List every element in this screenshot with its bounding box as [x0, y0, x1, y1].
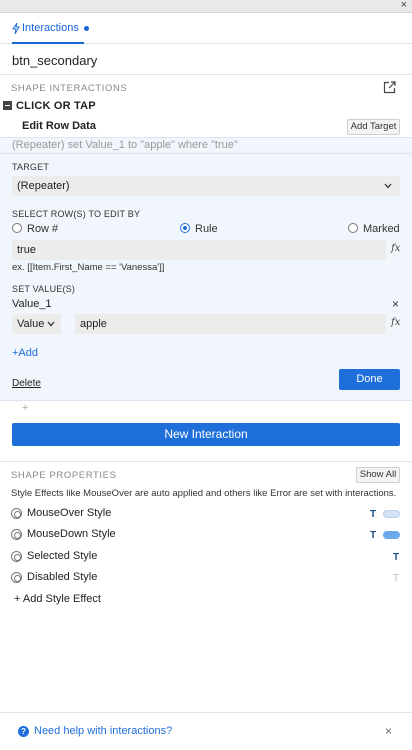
collapse-icon[interactable]	[3, 101, 12, 110]
style-label: Selected Style	[27, 550, 98, 562]
new-interaction-button[interactable]: New Interaction	[12, 423, 400, 446]
radio-selected-icon	[180, 223, 190, 233]
chevron-down-icon	[47, 321, 55, 327]
style-label: MouseDown Style	[27, 528, 116, 540]
style-effect-icon	[11, 571, 22, 583]
add-action-icon[interactable]: +	[22, 402, 28, 414]
rule-example: ex. [[Item.First_Name == 'Vanessa']]	[12, 262, 165, 273]
value-input[interactable]: apple	[75, 314, 386, 334]
radio-icon	[12, 223, 22, 233]
radio-label: Marked	[363, 223, 400, 235]
done-button[interactable]: Done	[339, 369, 400, 390]
style-effect-mouseover[interactable]: MouseOver Style	[11, 507, 111, 519]
help-icon: ?	[18, 725, 29, 737]
section-title-shape-interactions: SHAPE INTERACTIONS	[11, 83, 128, 94]
close-icon[interactable]: ×	[401, 0, 407, 12]
close-help-icon[interactable]: ×	[385, 724, 392, 738]
style-effects-description: Style Effects like MouseOver are auto ap…	[11, 488, 397, 499]
open-in-new-icon[interactable]	[383, 81, 396, 94]
tab-label: Interactions	[22, 22, 79, 34]
section-title-shape-properties: SHAPE PROPERTIES	[11, 470, 117, 481]
action-title[interactable]: Edit Row Data	[22, 120, 96, 132]
add-target-button[interactable]: Add Target	[347, 119, 400, 135]
panel-tab-row: Interactions	[0, 13, 412, 44]
widget-name[interactable]: btn_secondary	[12, 53, 97, 68]
radio-marked[interactable]: Marked	[348, 223, 400, 235]
style-label: MouseOver Style	[27, 507, 112, 519]
radio-label: Rule	[195, 223, 218, 235]
fx-icon[interactable]: fx	[391, 243, 400, 254]
radio-row-number[interactable]: Row #	[12, 223, 58, 235]
style-effect-icon	[11, 507, 22, 519]
help-link[interactable]: ? Need help with interactions?	[18, 725, 172, 737]
tab-interactions[interactable]: Interactions	[12, 22, 89, 34]
text-style-icon[interactable]: T	[370, 509, 376, 520]
add-style-effect-link[interactable]: + Add Style Effect	[14, 593, 101, 605]
text-style-icon[interactable]: T	[393, 573, 399, 584]
chevron-down-icon	[384, 183, 392, 189]
style-effect-icon	[11, 528, 22, 540]
set-values-label: SET VALUE(S)	[12, 284, 76, 294]
text-style-icon[interactable]: T	[370, 530, 376, 541]
divider	[0, 461, 412, 462]
remove-value-icon[interactable]: ×	[392, 297, 399, 311]
event-click-or-tap[interactable]: CLICK OR TAP	[16, 100, 96, 112]
fx-icon[interactable]: fx	[391, 317, 400, 328]
lightning-icon	[12, 22, 20, 34]
value-text: apple	[80, 318, 107, 330]
style-effect-icon	[11, 550, 22, 562]
delete-action-link[interactable]: Delete	[12, 378, 41, 389]
add-value-link[interactable]: +Add	[12, 347, 38, 359]
fill-swatch[interactable]	[383, 510, 400, 518]
window-titlebar: ×	[0, 0, 412, 13]
divider	[0, 153, 412, 154]
radio-icon	[348, 223, 358, 233]
style-effect-disabled[interactable]: Disabled Style	[11, 571, 97, 583]
rule-value: true	[17, 244, 36, 256]
unsaved-dot	[83, 25, 89, 31]
action-summary: (Repeater) set Value_1 to "apple" where …	[12, 139, 238, 151]
select-rows-label: SELECT ROW(S) TO EDIT BY	[12, 209, 141, 219]
target-select[interactable]: (Repeater)	[12, 176, 400, 196]
target-value: (Repeater)	[17, 180, 70, 192]
show-all-button[interactable]: Show All	[356, 467, 400, 483]
style-effect-mousedown[interactable]: MouseDown Style	[11, 528, 116, 540]
target-label: TARGET	[12, 162, 50, 172]
style-effect-selected[interactable]: Selected Style	[11, 550, 97, 562]
divider	[0, 712, 412, 713]
active-tab-indicator	[12, 42, 84, 44]
help-label: Need help with interactions?	[34, 725, 173, 737]
column-name: Value_1	[12, 298, 52, 310]
value-mode: Value	[17, 318, 45, 330]
value-mode-select[interactable]: Value	[12, 314, 61, 334]
text-style-icon[interactable]: T	[393, 552, 399, 563]
style-label: Disabled Style	[27, 571, 98, 583]
rule-input[interactable]: true	[12, 240, 386, 260]
divider	[0, 74, 412, 75]
radio-rule[interactable]: Rule	[180, 223, 218, 235]
fill-swatch[interactable]	[383, 531, 400, 539]
radio-label: Row #	[27, 223, 59, 235]
